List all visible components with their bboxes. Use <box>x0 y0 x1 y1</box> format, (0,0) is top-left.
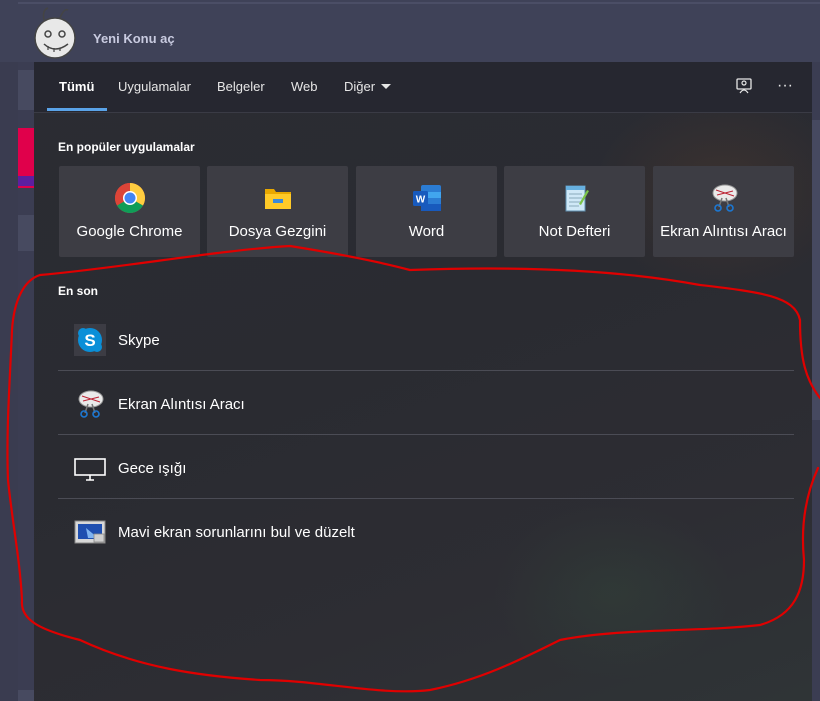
tab-all[interactable]: Tümü <box>47 62 108 113</box>
app-tile-snipping-tool[interactable]: Ekran Alıntısı Aracı <box>653 166 794 257</box>
feedback-icon[interactable] <box>733 76 755 98</box>
snipping-tool-icon <box>74 388 106 420</box>
forum-banner-stripe <box>18 176 34 186</box>
app-tile-word[interactable]: W Word <box>356 166 497 257</box>
user-avatar[interactable] <box>30 6 84 60</box>
search-tabbar: Tümü Uygulamalar Belgeler Web Diğer ··· <box>34 62 812 113</box>
monitor-icon <box>74 452 106 484</box>
troubleshoot-icon <box>74 516 106 548</box>
app-tile-label: Not Defteri <box>538 223 611 240</box>
recent-item-label: Ekran Alıntısı Aracı <box>118 396 245 413</box>
tab-all-label: Tümü <box>59 79 95 94</box>
new-topic-link[interactable]: Yeni Konu aç <box>93 31 175 46</box>
forum-header-border <box>18 2 820 4</box>
popular-apps-title: En popüler uygulamalar <box>58 140 195 154</box>
recent-item-night-light[interactable]: Gece ışığı <box>58 436 794 500</box>
forum-panel <box>18 70 34 110</box>
app-tile-label: Word <box>408 223 445 240</box>
forum-card-bottom <box>18 690 34 701</box>
snipping-tool-icon <box>708 182 740 214</box>
tab-more-label: Diğer <box>344 79 376 94</box>
tab-more[interactable]: Diğer <box>344 62 392 113</box>
recent-title: En son <box>58 284 99 298</box>
word-icon: W <box>411 182 443 214</box>
recent-item-label: Mavi ekran sorunlarını bul ve düzelt <box>118 524 355 541</box>
forum-card <box>18 215 34 251</box>
forum-sidebar <box>0 62 18 701</box>
list-divider <box>58 434 794 435</box>
tab-apps-label: Uygulamalar <box>118 79 191 94</box>
list-divider <box>58 498 794 499</box>
recent-item-label: Gece ışığı <box>118 460 187 477</box>
more-options-icon[interactable]: ··· <box>774 76 796 98</box>
app-tile-label: Ekran Alıntısı Aracı <box>660 223 787 240</box>
chevron-down-icon <box>381 84 392 89</box>
app-tile-label: Google Chrome <box>76 223 183 240</box>
notepad-icon <box>559 182 591 214</box>
svg-text:S: S <box>84 331 95 350</box>
app-tile-label: Dosya Gezgini <box>228 223 327 240</box>
tab-documents-label: Belgeler <box>217 79 265 94</box>
recent-item-bsod-troubleshooter[interactable]: Mavi ekran sorunlarını bul ve düzelt <box>58 500 794 564</box>
tab-web-label: Web <box>291 79 318 94</box>
tab-web[interactable]: Web <box>291 62 318 113</box>
tab-apps[interactable]: Uygulamalar <box>118 62 191 113</box>
folder-icon <box>262 182 294 214</box>
chrome-icon <box>114 182 146 214</box>
svg-text:W: W <box>415 195 425 206</box>
recent-item-label: Skype <box>118 332 160 349</box>
skype-icon: S <box>74 324 106 356</box>
app-tile-chrome[interactable]: Google Chrome <box>59 166 200 257</box>
search-flyout: Tümü Uygulamalar Belgeler Web Diğer ··· … <box>34 62 812 701</box>
app-tile-notepad[interactable]: Not Defteri <box>504 166 645 257</box>
tab-documents[interactable]: Belgeler <box>217 62 265 113</box>
app-tile-file-explorer[interactable]: Dosya Gezgini <box>207 166 348 257</box>
recent-item-skype[interactable]: S Skype <box>58 308 794 372</box>
recent-item-snipping-tool[interactable]: Ekran Alıntısı Aracı <box>58 372 794 436</box>
active-tab-indicator <box>47 108 108 111</box>
list-divider <box>58 370 794 371</box>
